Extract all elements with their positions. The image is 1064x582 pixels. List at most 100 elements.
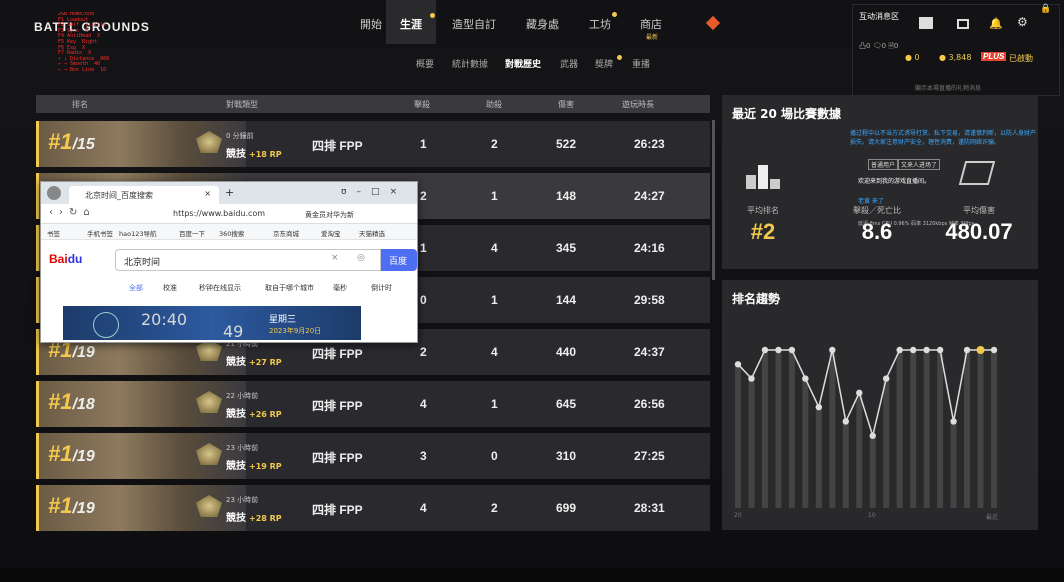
table-row[interactable]: #1/15 0 分鐘前 競技 +18 RP 四排 FPP 1 2 522 26:2…	[36, 121, 710, 167]
gift-icon[interactable]	[919, 17, 933, 29]
coin-count: ● 0	[905, 53, 920, 62]
match-mode: 競技+26 RP	[226, 409, 282, 420]
game-client: BATTL GROUNDS 2GB Home/End F1 Loadout F2…	[0, 0, 1064, 582]
match-type: 四排 FPP	[312, 139, 363, 153]
event-icon[interactable]	[705, 15, 721, 31]
browser-avatar-icon[interactable]	[47, 186, 61, 200]
gear-icon[interactable]: ⚙	[1017, 15, 1028, 29]
rank: #1/15	[48, 129, 95, 154]
damage: 699	[556, 501, 577, 515]
subnav-tab[interactable]: 武器	[560, 57, 578, 70]
subnav-tab[interactable]: 對戰歷史	[505, 57, 541, 70]
table-row[interactable]: #1/19 23 小時前 競技 +28 RP 四排 FPP 4 2 699 28:…	[36, 485, 710, 531]
rank: #1/19	[48, 441, 95, 466]
podium-icon	[746, 155, 780, 189]
search-button[interactable]: 百度	[381, 249, 417, 271]
col-type: 對戰類型	[226, 100, 258, 109]
plus-badge: PLUS	[981, 52, 1007, 61]
nav-tab[interactable]: 商店	[640, 16, 662, 32]
filter-tag[interactable]: 取自于哪个城市	[265, 283, 314, 293]
x-label-right: 最近	[986, 514, 999, 521]
kills: 4	[420, 501, 427, 515]
time-widget: 20:40 49 星期三 2023年9月20日	[63, 306, 361, 341]
trend-point	[909, 346, 917, 354]
welcome-text: 欢迎来到我的游戏直播间。	[858, 178, 931, 185]
close-tab-icon[interactable]: ×	[204, 189, 211, 198]
panel-hint: 顯示本場直播的礼物消息	[915, 85, 982, 92]
bookmark-item[interactable]: 天猫精选	[359, 228, 385, 238]
new-tab-button[interactable]: +	[225, 186, 234, 199]
filter-tag[interactable]: 倒计时	[371, 283, 392, 293]
nav-tab[interactable]: 工坊	[589, 16, 611, 32]
lock-icon[interactable]: 🔒	[1040, 4, 1051, 14]
trend-point	[802, 375, 809, 382]
window-controls[interactable]: ʊ–□×	[341, 187, 407, 197]
bookmark-item[interactable]: 爱淘宝	[321, 228, 341, 238]
nav-tab[interactable]: 藏身處	[526, 16, 559, 32]
browser-tabbar: 北京时间_百度搜索 × + ʊ–□×	[41, 182, 417, 204]
nav-tab[interactable]: 造型自訂	[452, 16, 496, 32]
time-ago: 23 小時前	[226, 496, 259, 504]
table-header: 排名 對戰類型 擊殺 助殺 傷害 遊玩時長	[36, 95, 710, 113]
plus-status: 已啟動	[1009, 54, 1033, 63]
trend-point	[842, 418, 849, 425]
nav-tab[interactable]: 生涯	[400, 16, 422, 32]
damage: 345	[556, 241, 577, 255]
filter-tag[interactable]: 全部	[129, 283, 143, 293]
trend-point	[761, 346, 769, 354]
weekday: 星期三	[269, 315, 297, 325]
notification-dot	[617, 55, 622, 60]
url-text[interactable]: https://www.baidu.com	[173, 209, 265, 218]
baidu-logo: Baidu	[49, 252, 83, 266]
window-icon[interactable]	[957, 19, 969, 29]
damage: 645	[556, 397, 577, 411]
filter-tag[interactable]: 秒钟在线显示	[199, 283, 241, 293]
col-kills: 擊殺	[414, 100, 430, 109]
browser-tab[interactable]: 北京时间_百度搜索 ×	[69, 186, 219, 204]
bookmark-item[interactable]: 手机书签	[87, 228, 113, 238]
subnav-tab[interactable]: 概要	[416, 57, 434, 70]
camera-icon[interactable]: ◎	[357, 253, 365, 263]
bookmark-item[interactable]: 京东商城	[273, 228, 299, 238]
clock-icon	[93, 312, 119, 338]
table-row[interactable]: #1/19 23 小時前 競技 +19 RP 四排 FPP 3 0 310 27:…	[36, 433, 710, 479]
time-seconds: 49	[223, 322, 244, 341]
address-bar[interactable]: ‹›↻⌂ https://www.baidu.com 黄金员对华为新	[41, 204, 417, 224]
nav-buttons[interactable]: ‹›↻⌂	[49, 207, 96, 218]
trend-point	[788, 346, 796, 354]
subnav-tab[interactable]: 統計數據	[452, 57, 488, 70]
play-time: 28:31	[634, 501, 665, 515]
overlay-text: 2GB Home/End F1 Loadout F2 Self Visible …	[58, 12, 110, 73]
trend-point	[734, 361, 742, 368]
win-marker	[36, 329, 39, 375]
kd-label: 擊殺／死亡比	[853, 206, 901, 215]
clear-icon[interactable]: ×	[331, 253, 339, 263]
trend-point	[990, 346, 998, 354]
play-time: 27:25	[634, 449, 665, 463]
assists: 2	[491, 137, 498, 151]
trend-point	[829, 346, 836, 354]
play-time: 24:16	[634, 241, 665, 255]
bookmark-item[interactable]: 百度一下	[179, 228, 205, 238]
bookmark-item[interactable]: 360搜索	[219, 228, 244, 238]
summary-title: 最近 20 場比賽數據	[732, 107, 842, 121]
trend-point	[883, 375, 890, 382]
search-input[interactable]: 北京时间	[115, 249, 381, 271]
scrollbar[interactable]	[712, 120, 715, 280]
table-row[interactable]: #1/18 22 小時前 競技 +26 RP 四排 FPP 4 1 645 26:…	[36, 381, 710, 427]
bookmark-item[interactable]: hao123导航	[119, 228, 157, 238]
filter-tag[interactable]: 毫秒	[333, 283, 347, 293]
match-mode: 競技 +19 RP	[226, 461, 282, 472]
trend-point	[869, 432, 876, 439]
stream-notice: 播过程中以不当方式诱导打赏、私下交易，请谨慎判断，以防人身财产损失。请大家注意财…	[850, 130, 1037, 146]
subnav-tab[interactable]: 重播	[632, 57, 650, 70]
browser-window[interactable]: 北京时间_百度搜索 × + ʊ–□× ‹›↻⌂ https://www.baidu…	[40, 181, 418, 343]
win-marker	[36, 173, 39, 219]
win-marker	[36, 485, 39, 531]
nav-tab[interactable]: 開始	[360, 16, 382, 32]
subnav-tab[interactable]: 獎牌	[595, 57, 613, 70]
bell-icon[interactable]: 🔔	[989, 17, 1003, 30]
points-count: ● 3,848	[939, 53, 972, 62]
filter-tag[interactable]: 校准	[163, 283, 177, 293]
bookmark-item[interactable]: 书签	[47, 228, 60, 238]
